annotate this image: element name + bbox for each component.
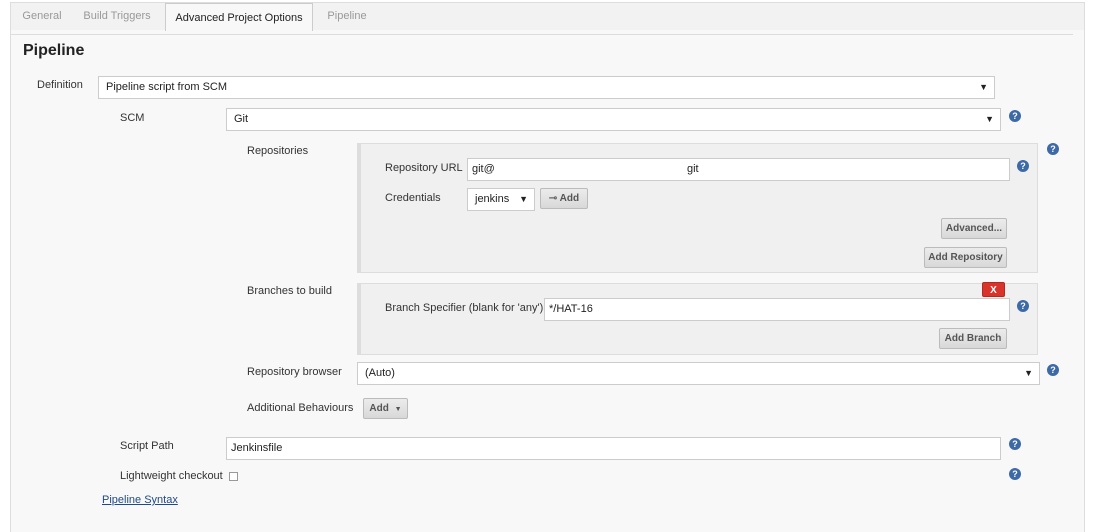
- scm-label: SCM: [120, 112, 145, 124]
- key-icon: ⊸: [548, 193, 558, 204]
- repository-url-label: Repository URL: [385, 162, 463, 174]
- script-path-label: Script Path: [120, 440, 174, 452]
- repository-url-input[interactable]: git@ git: [467, 158, 1010, 181]
- credentials-select[interactable]: jenkins ▼: [467, 188, 535, 211]
- script-path-input[interactable]: Jenkinsfile: [226, 437, 1001, 460]
- scm-value: Git: [234, 113, 249, 125]
- chevron-down-icon: ▼: [394, 406, 402, 413]
- add-branch-button[interactable]: Add Branch: [939, 328, 1007, 349]
- branch-specifier-label: Branch Specifier (blank for 'any'): [385, 302, 544, 314]
- add-credentials-button[interactable]: ⊸ Add: [540, 188, 588, 209]
- repository-url-value: git@: [472, 163, 495, 175]
- scm-select[interactable]: Git ▼: [226, 108, 1001, 131]
- definition-value: Pipeline script from SCM: [106, 81, 228, 93]
- tab-pipeline[interactable]: Pipeline: [322, 2, 372, 30]
- tab-general[interactable]: General: [16, 2, 68, 30]
- dropdown-arrow-icon: ▼: [1024, 368, 1033, 378]
- repository-browser-value: (Auto): [365, 367, 395, 379]
- credentials-label: Credentials: [385, 192, 441, 204]
- script-path-help-icon[interactable]: ?: [1009, 438, 1021, 450]
- dropdown-arrow-icon: ▼: [985, 114, 994, 124]
- add-behaviour-button[interactable]: Add ▼: [363, 398, 408, 419]
- lightweight-checkout-help-icon[interactable]: ?: [1009, 468, 1021, 480]
- repositories-help-icon[interactable]: ?: [1047, 143, 1059, 155]
- tab-bar: General Build Triggers Advanced Project …: [0, 0, 1099, 31]
- lightweight-checkout-checkbox[interactable]: [229, 472, 238, 481]
- advanced-button[interactable]: Advanced...: [941, 218, 1007, 239]
- branch-specifier-help-icon[interactable]: ?: [1017, 300, 1029, 312]
- tab-advanced-project-options[interactable]: Advanced Project Options: [165, 3, 313, 31]
- delete-branch-button[interactable]: X: [982, 282, 1005, 297]
- section-divider: [11, 34, 1073, 35]
- additional-behaviours-label: Additional Behaviours: [247, 402, 354, 414]
- repository-url-help-icon[interactable]: ?: [1017, 160, 1029, 172]
- repositories-label: Repositories: [247, 145, 309, 157]
- pipeline-syntax-link[interactable]: Pipeline Syntax: [102, 494, 178, 506]
- section-title: Pipeline: [23, 42, 85, 59]
- add-behaviour-label: Add: [369, 403, 389, 414]
- repository-browser-select[interactable]: (Auto) ▼: [357, 362, 1040, 385]
- dropdown-arrow-icon: ▼: [979, 82, 988, 92]
- repository-url-suffix: git: [687, 163, 699, 175]
- definition-label: Definition: [37, 79, 83, 91]
- definition-select[interactable]: Pipeline script from SCM ▼: [98, 76, 995, 99]
- repository-browser-help-icon[interactable]: ?: [1047, 364, 1059, 376]
- tab-build-triggers[interactable]: Build Triggers: [78, 2, 156, 30]
- credentials-value: jenkins: [475, 193, 510, 205]
- branch-specifier-input[interactable]: */HAT-16: [544, 298, 1010, 321]
- scm-help-icon[interactable]: ?: [1009, 110, 1021, 122]
- repository-browser-label: Repository browser: [247, 366, 342, 378]
- lightweight-checkout-label: Lightweight checkout: [120, 470, 223, 482]
- dropdown-arrow-icon: ▼: [519, 194, 528, 204]
- add-credentials-label: Add: [559, 193, 580, 204]
- add-repository-button[interactable]: Add Repository: [924, 247, 1007, 268]
- branches-label: Branches to build: [247, 285, 332, 297]
